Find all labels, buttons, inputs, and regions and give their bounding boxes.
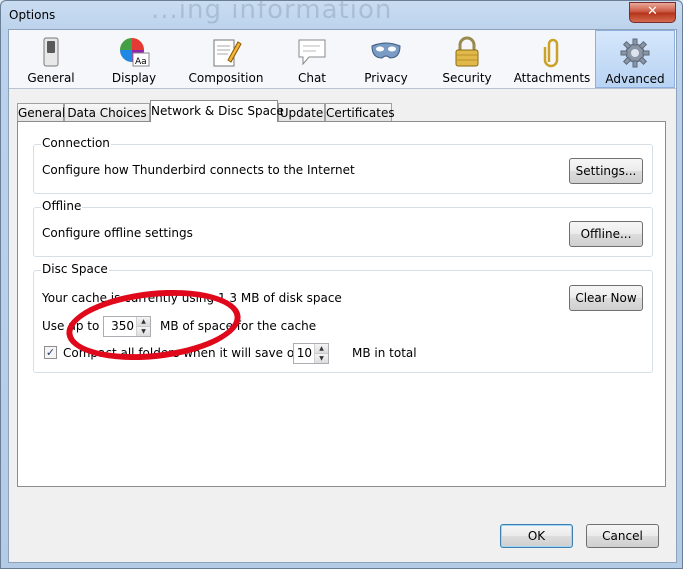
pane-label: Attachments [513,71,591,85]
pane-label: Privacy [364,71,408,85]
tab-network-disc-space[interactable]: Network & Disc Space [150,100,284,122]
pane-label: Chat [297,71,327,85]
compact-threshold-decrement[interactable]: ▼ [315,354,328,363]
pane-advanced[interactable]: Advanced [595,30,675,88]
clear-cache-button[interactable]: Clear Now [569,285,643,311]
connection-group: Connection Configure how Thunderbird con… [33,136,653,194]
clear-cache-label: Clear Now [575,291,637,305]
ok-label: OK [527,529,546,543]
checkmark-icon: ✓ [45,346,56,359]
compact-threshold-spinner[interactable]: 10 ▲ ▼ [293,343,329,364]
compact-threshold-increment[interactable]: ▲ [315,344,328,354]
dialog-client-area: General Aa Display Composition Chat Priv… [8,29,677,563]
use-up-to-label: Use up to [42,319,100,333]
tab-update[interactable]: Update [278,103,325,121]
tab-general[interactable]: General [17,103,65,121]
pane-attachments[interactable]: Attachments [509,30,595,88]
offline-settings-label: Offline... [580,227,632,241]
paperclip-icon [543,38,559,68]
compact-folders-label: Compact all folders when it will save ov… [63,346,314,360]
close-button[interactable]: ✕ [629,2,676,23]
pane-composition[interactable]: Composition [175,30,277,88]
cache-size-spinner[interactable]: 350 ▲ ▼ [103,316,151,337]
pane-label: General [27,71,75,85]
pane-label: Composition [188,71,264,85]
preferences-pane-toolbar: General Aa Display Composition Chat Priv… [9,30,676,89]
pane-label: Advanced [605,72,665,86]
cancel-label: Cancel [602,529,643,543]
pane-security[interactable]: Security [425,30,509,88]
speech-bubble-icon [298,39,326,66]
tab-data-choices[interactable]: Data Choices [64,103,150,121]
cache-size-value: 350 [111,319,134,333]
offline-group: Offline Configure offline settings Offli… [33,199,653,257]
offline-settings-button[interactable]: Offline... [569,221,643,247]
cancel-button[interactable]: Cancel [586,524,659,548]
cache-size-decrement[interactable]: ▼ [137,327,150,336]
background-window-text: ...ing information [151,0,393,25]
disc-space-group: Disc Space Your cache is currently using… [33,262,653,373]
cache-size-increment[interactable]: ▲ [137,317,150,327]
pane-label: Display [111,71,157,85]
padlock-icon [455,36,479,67]
connection-settings-label: Settings... [575,164,637,178]
ok-button[interactable]: OK [500,524,573,548]
disc-space-caption: Disc Space [41,262,109,276]
compact-threshold-suffix: MB in total [352,346,417,360]
switch-icon [43,37,59,67]
gear-icon [620,38,650,68]
compact-threshold-value: 10 [296,346,312,360]
network-disc-space-panel: Connection Configure how Thunderbird con… [17,121,666,487]
title-bar[interactable]: Options ...ing information ✕ [1,0,682,29]
pane-privacy[interactable]: Privacy [347,30,425,88]
pane-chat[interactable]: Chat [277,30,347,88]
mask-icon [371,42,401,59]
tab-certificates[interactable]: Certificates [325,103,395,121]
connection-caption: Connection [41,136,111,150]
cache-status-text: Your cache is currently using 1.3 MB of … [42,291,342,305]
pane-display[interactable]: Aa Display [93,30,175,88]
pane-label: Security [442,71,492,85]
connection-settings-button[interactable]: Settings... [569,158,643,184]
compact-folders-checkbox[interactable]: ✓ [44,346,57,359]
cache-size-arrows: ▲ ▼ [136,317,150,336]
color-wheel-icon: Aa [120,38,150,67]
pane-general[interactable]: General [9,30,93,88]
compact-threshold-arrows: ▲ ▼ [314,344,328,363]
svg-text:Aa: Aa [135,57,147,67]
options-window: Options ...ing information ✕ General Aa … [0,0,683,569]
offline-description: Configure offline settings [42,226,193,240]
pencil-paper-icon [213,39,242,67]
window-title: Options [9,8,56,22]
cache-size-suffix: MB of space for the cache [160,319,317,333]
connection-description: Configure how Thunderbird connects to th… [42,163,355,177]
offline-caption: Offline [41,199,83,213]
